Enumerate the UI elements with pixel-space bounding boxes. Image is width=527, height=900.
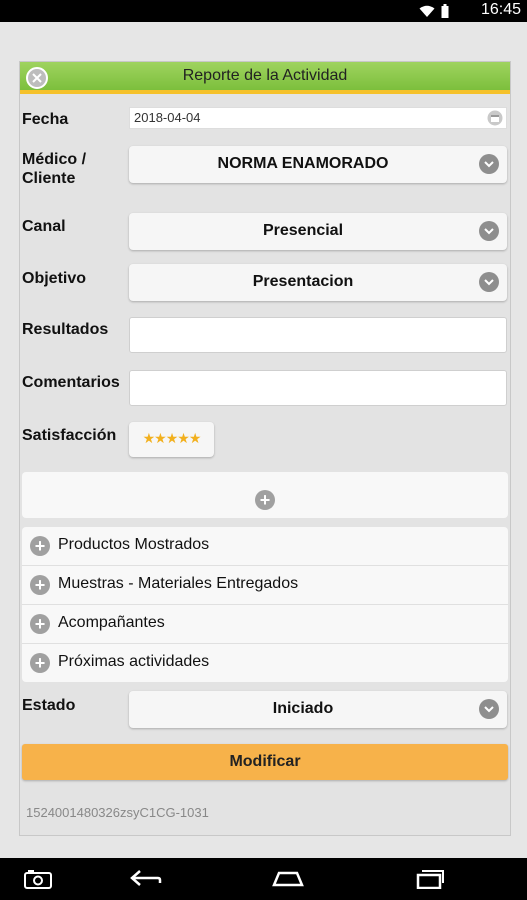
canal-value: Presencial: [262, 222, 344, 239]
expand-plus-icon: +: [30, 536, 50, 556]
home-icon[interactable]: [271, 869, 305, 894]
satisfaction-rating-button[interactable]: ★★★★★: [129, 422, 214, 457]
camera-icon[interactable]: [24, 869, 52, 894]
fecha-input[interactable]: 2018-04-04: [129, 107, 507, 129]
expand-plus-icon: +: [30, 653, 50, 673]
medico-label: Médico / Cliente: [22, 151, 87, 187]
comentarios-textarea[interactable]: [129, 370, 507, 406]
section-label: Próximas actividades: [58, 653, 210, 670]
canal-select[interactable]: Presencial: [129, 213, 507, 250]
chevron-down-icon: [479, 699, 499, 719]
back-icon[interactable]: [130, 869, 162, 894]
estado-value: Iniciado: [272, 700, 334, 717]
star-rating: ★★★★★: [142, 430, 202, 446]
section-acompanantes[interactable]: + Acompañantes: [22, 605, 508, 644]
wifi-icon: [419, 5, 435, 23]
resultados-textarea[interactable]: [129, 317, 507, 353]
sections-list: + Productos Mostrados + Muestras - Mater…: [22, 527, 508, 682]
section-muestras-materiales[interactable]: + Muestras - Materiales Entregados: [22, 566, 508, 605]
section-label: Muestras - Materiales Entregados: [58, 575, 299, 592]
chevron-down-icon: [479, 154, 499, 174]
section-label: Productos Mostrados: [58, 536, 210, 553]
comentarios-label: Comentarios: [22, 374, 120, 391]
expand-plus-icon: +: [30, 575, 50, 595]
plus-icon[interactable]: +: [255, 490, 275, 510]
chevron-down-icon: [479, 221, 499, 241]
objetivo-label: Objetivo: [22, 270, 87, 287]
medico-select[interactable]: NORMA ENAMORADO: [129, 146, 507, 183]
section-proximas-actividades[interactable]: + Próximas actividades: [22, 644, 508, 682]
section-label: Acompañantes: [58, 614, 165, 631]
medico-value: NORMA ENAMORADO: [217, 155, 389, 172]
activity-report-dialog: Reporte de la Actividad Fecha 2018-04-04…: [19, 61, 511, 836]
objetivo-value: Presentacion: [252, 273, 354, 290]
resultados-label: Resultados: [22, 321, 109, 338]
status-bar: 16:45: [0, 0, 527, 22]
battery-icon: [441, 4, 449, 23]
clock: 16:45: [480, 1, 521, 18]
fecha-label: Fecha: [22, 111, 69, 128]
modify-button[interactable]: Modificar: [22, 744, 508, 780]
estado-label: Estado: [22, 697, 76, 714]
satisfaccion-label: Satisfacción: [22, 427, 117, 444]
dialog-title: Reporte de la Actividad: [182, 67, 348, 84]
section-productos-mostrados[interactable]: + Productos Mostrados: [22, 527, 508, 566]
add-item-box[interactable]: +: [22, 472, 508, 518]
estado-select[interactable]: Iniciado: [129, 691, 507, 728]
navigation-bar: [0, 858, 527, 900]
fecha-value: 2018-04-04: [134, 110, 201, 125]
record-id: 1524001480326zsyC1CG-1031: [26, 805, 209, 820]
modify-button-label: Modificar: [229, 753, 301, 770]
calendar-icon[interactable]: [487, 110, 503, 131]
objetivo-select[interactable]: Presentacion: [129, 264, 507, 301]
chevron-down-icon: [479, 272, 499, 292]
expand-plus-icon: +: [30, 614, 50, 634]
dialog-header: Reporte de la Actividad: [20, 62, 510, 94]
recent-apps-icon[interactable]: [415, 869, 445, 894]
canal-label: Canal: [22, 218, 66, 235]
